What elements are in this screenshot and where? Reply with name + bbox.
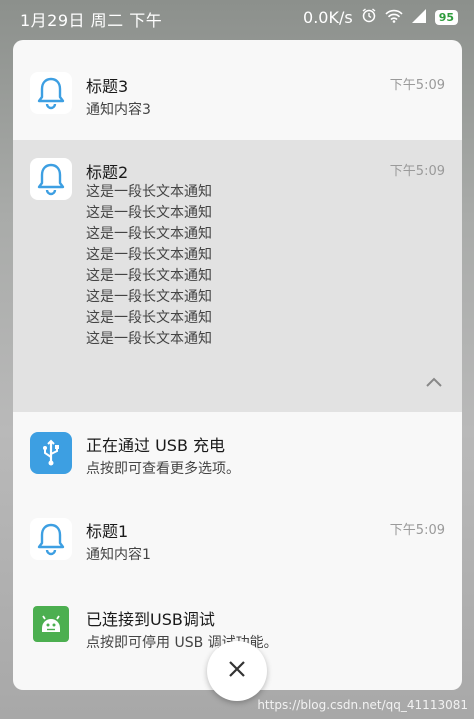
notification-body: 点按即可查看更多选项。 (86, 461, 240, 477)
notification-title: 正在通过 USB 充电 (86, 436, 226, 455)
text-line: 这是一段长文本通知 (86, 268, 212, 284)
notification-body: 通知内容3 (86, 102, 151, 118)
android-icon (33, 606, 69, 642)
notification-title: 标题1 (86, 522, 129, 541)
notification-title3[interactable]: 标题3 下午5:09 通知内容3 (13, 40, 462, 140)
close-icon (228, 660, 246, 682)
notification-usb-charging[interactable]: 正在通过 USB 充电 点按即可查看更多选项。 (13, 412, 462, 502)
bell-icon (30, 158, 72, 200)
notification-time: 下午5:09 (389, 164, 445, 179)
watermark-text: https://blog.csdn.net/qq_41113081 (257, 698, 468, 712)
status-datetime: 1月29日 周二 下午 (20, 11, 163, 30)
text-line: 这是一段长文本通知 (86, 247, 212, 263)
text-line: 这是一段长文本通知 (86, 226, 212, 242)
notification-time: 下午5:09 (389, 78, 445, 93)
notification-time: 下午5:09 (389, 523, 445, 538)
bell-icon (30, 518, 72, 560)
alarm-icon (361, 7, 377, 27)
notification-title1[interactable]: 标题1 下午5:09 通知内容1 (13, 502, 462, 592)
wifi-icon (385, 8, 403, 27)
collapse-chevron-up-icon[interactable] (424, 374, 444, 388)
usb-icon (30, 432, 72, 474)
text-line: 这是一段长文本通知 (86, 184, 212, 200)
text-line: 这是一段长文本通知 (86, 289, 212, 305)
clear-all-close-button[interactable] (207, 641, 267, 701)
battery-indicator: 95 (434, 9, 458, 25)
bell-icon (30, 72, 72, 114)
notification-title: 已连接到USB调试 (86, 610, 215, 629)
notification-title2-expanded[interactable]: 标题2 下午5:09 这是一段长文本通知 这是一段长文本通知 这是一段长文本通知… (13, 140, 462, 412)
text-line: 这是一段长文本通知 (86, 205, 212, 221)
text-line: 这是一段长文本通知 (86, 331, 212, 347)
notification-title: 标题3 (86, 77, 129, 96)
status-icons: 0.0K/s 95 (303, 7, 458, 27)
notification-panel: 标题3 下午5:09 通知内容3 标题2 下午5:09 这是一段长文本通知 这是… (13, 40, 462, 690)
notification-body: 通知内容1 (86, 547, 151, 563)
signal-icon (411, 8, 427, 27)
text-line: 这是一段长文本通知 (86, 310, 212, 326)
notification-title: 标题2 (86, 163, 129, 182)
net-speed: 0.0K/s (303, 7, 353, 27)
status-bar: 1月29日 周二 下午 0.0K/s 95 (0, 0, 474, 36)
notification-long-text: 这是一段长文本通知 这是一段长文本通知 这是一段长文本通知 这是一段长文本通知 … (86, 182, 212, 350)
